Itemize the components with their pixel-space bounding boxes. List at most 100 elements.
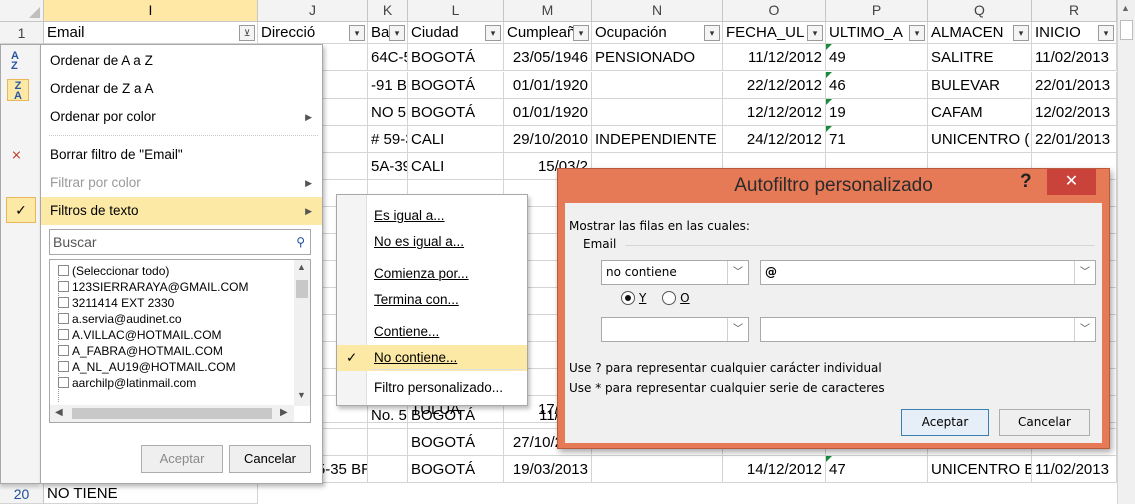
checklist-item[interactable]: (Seleccionar todo) xyxy=(58,264,169,279)
filter-dropdown-icon[interactable]: ▾ xyxy=(349,25,365,41)
checklist-item[interactable]: 123SIERRARAYA@GMAIL.COM xyxy=(58,280,248,295)
table-cell[interactable]: 19/03/2013 xyxy=(504,456,592,483)
table-cell[interactable] xyxy=(368,456,408,483)
table-cell[interactable]: UNICENTRO ( xyxy=(928,126,1032,153)
header-cell[interactable]: INICIO ▾ xyxy=(1032,22,1117,44)
header-cell[interactable]: Ocupación ▾ xyxy=(592,22,723,44)
submenu-item[interactable]: No es igual a... xyxy=(374,229,524,255)
checkbox[interactable] xyxy=(58,313,69,324)
table-cell[interactable]: BOGOTÁ xyxy=(408,429,504,456)
column-header-n[interactable]: N xyxy=(592,0,723,22)
autofilter-dropdown[interactable]: Ordenar de A a Z Ordenar de Z a A Ordena… xyxy=(40,44,323,484)
filter-ok-button[interactable]: Aceptar xyxy=(141,445,223,473)
filter-cancel-button[interactable]: Cancelar xyxy=(229,445,311,473)
checkbox[interactable] xyxy=(58,281,69,292)
column-header-r[interactable]: R xyxy=(1032,0,1117,22)
submenu-item[interactable]: Es igual a... xyxy=(374,203,524,229)
column-header-j[interactable]: J xyxy=(258,0,368,22)
checklist-item[interactable]: A_NL_AU19@HOTMAIL.COM xyxy=(58,360,236,375)
row-number[interactable]: 1 xyxy=(0,22,44,44)
table-cell[interactable]: 12/12/2012 xyxy=(723,99,826,126)
table-cell[interactable]: CALI xyxy=(408,153,504,180)
value-1-combobox[interactable]: @ ﹀ xyxy=(760,260,1096,285)
table-cell[interactable]: 64C-50 BR xyxy=(368,44,408,71)
submenu-item[interactable]: No contiene... ✓ xyxy=(337,345,527,371)
checklist-vertical-scrollbar[interactable]: ▲ ▼ xyxy=(294,260,310,406)
table-cell[interactable]: 46 xyxy=(826,72,928,99)
checkbox[interactable] xyxy=(58,361,69,372)
table-cell[interactable] xyxy=(368,429,408,456)
and-radio[interactable] xyxy=(621,291,635,305)
filter-color-item[interactable]: Filtrar por color ▶ xyxy=(41,169,322,197)
select-all-corner[interactable] xyxy=(0,0,44,22)
header-cell[interactable]: Barr ▾ xyxy=(368,22,408,44)
dialog-ok-button[interactable]: Aceptar xyxy=(901,409,989,436)
scroll-thumb[interactable] xyxy=(1120,20,1133,40)
filter-dropdown-icon[interactable]: ▾ xyxy=(704,25,720,41)
header-cell[interactable]: Cumpleañ ▾ xyxy=(504,22,592,44)
scroll-right-icon[interactable]: ▶ xyxy=(280,407,288,418)
table-cell[interactable]: 47 xyxy=(826,456,928,483)
table-cell[interactable]: 29/10/2010 xyxy=(504,126,592,153)
checkbox[interactable] xyxy=(58,377,69,388)
or-radio[interactable] xyxy=(662,291,677,305)
submenu-item[interactable]: Termina con... xyxy=(374,287,524,313)
table-cell[interactable]: 71 xyxy=(826,126,928,153)
header-cell[interactable]: Direcció ▾ xyxy=(258,22,368,44)
table-cell[interactable]: 22/12/2012 xyxy=(723,72,826,99)
table-cell[interactable]: BOGOTÁ xyxy=(408,402,504,429)
scroll-up-icon[interactable]: ▲ xyxy=(1121,3,1130,13)
filter-dropdown-icon[interactable]: ▾ xyxy=(389,25,405,41)
help-icon[interactable]: ? xyxy=(1020,171,1032,193)
dialog-cancel-button[interactable]: Cancelar xyxy=(999,409,1090,436)
column-header-o[interactable]: O xyxy=(723,0,826,22)
text-filters-submenu[interactable]: Es igual a... No es igual a... Comienza po… xyxy=(336,194,528,406)
table-cell[interactable]: 11/02/2013 xyxy=(1032,44,1117,71)
header-cell[interactable]: ALMACEN ▾ xyxy=(928,22,1032,44)
table-cell[interactable]: 24/12/2012 xyxy=(723,126,826,153)
submenu-item[interactable]: Contiene... xyxy=(374,319,524,345)
submenu-item[interactable]: Filtro personalizado... xyxy=(374,375,524,401)
row-number[interactable]: 20 xyxy=(0,484,44,504)
table-cell[interactable]: PENSIONADO xyxy=(592,44,723,71)
sort-za-item[interactable]: Ordenar de Z a A xyxy=(41,75,322,103)
checkbox[interactable] xyxy=(58,297,69,308)
filter-dropdown-icon[interactable]: ▾ xyxy=(1098,25,1114,41)
checklist-item[interactable]: aarchilp@latinmail.com xyxy=(58,376,196,391)
filter-dropdown-icon[interactable]: ▾ xyxy=(485,25,501,41)
table-cell[interactable]: BULEVAR xyxy=(928,72,1032,99)
table-cell[interactable]: 22/01/2013 xyxy=(1032,72,1117,99)
column-header-p[interactable]: P xyxy=(826,0,928,22)
header-cell[interactable]: FECHA_UL ▾ xyxy=(723,22,826,44)
scroll-down-icon[interactable]: ▼ xyxy=(297,390,306,400)
table-cell[interactable]: CALI xyxy=(408,126,504,153)
table-cell[interactable]: NO TIENE xyxy=(44,484,258,504)
checkbox[interactable] xyxy=(58,329,69,340)
column-header-i[interactable]: I xyxy=(44,0,258,22)
table-cell[interactable]: 01/01/1920 xyxy=(504,72,592,99)
checklist-item[interactable]: A_FABRA@HOTMAIL.COM xyxy=(58,344,223,359)
column-header-m[interactable]: M xyxy=(504,0,592,22)
sort-color-item[interactable]: Ordenar por color ▶ xyxy=(41,103,322,131)
scroll-left-icon[interactable]: ◀ xyxy=(55,407,63,418)
filter-dropdown-icon[interactable]: ▾ xyxy=(1013,25,1029,41)
table-cell[interactable]: 11/02/2013 xyxy=(1032,456,1117,483)
value-2-combobox[interactable]: ﹀ xyxy=(760,317,1096,342)
operator-1-dropdown[interactable]: no contiene ﹀ xyxy=(601,260,749,285)
checkbox[interactable] xyxy=(58,345,69,356)
value-checklist[interactable]: (Seleccionar todo) 123SIERRARAYA@GMAIL.C… xyxy=(49,259,311,423)
table-cell[interactable]: # 59-31 bri xyxy=(368,126,408,153)
table-cell[interactable]: NO 51-45 xyxy=(368,99,408,126)
scroll-thumb[interactable] xyxy=(72,408,272,419)
close-icon[interactable]: ✕ xyxy=(1047,169,1096,195)
scroll-thumb[interactable] xyxy=(296,280,308,298)
submenu-item[interactable]: Comienza por... xyxy=(374,261,524,287)
table-cell[interactable]: 12/02/2013 xyxy=(1032,99,1117,126)
filter-dropdown-icon[interactable]: ▾ xyxy=(807,25,823,41)
table-cell[interactable]: BOGOTÁ xyxy=(408,99,504,126)
table-cell[interactable]: 14/12/2012 xyxy=(723,456,826,483)
table-cell[interactable]: BOGOTÁ xyxy=(408,456,504,483)
table-cell[interactable] xyxy=(592,72,723,99)
vertical-scrollbar[interactable]: ▲ xyxy=(1117,0,1135,504)
header-cell[interactable]: ULTIMO_A ▾ xyxy=(826,22,928,44)
